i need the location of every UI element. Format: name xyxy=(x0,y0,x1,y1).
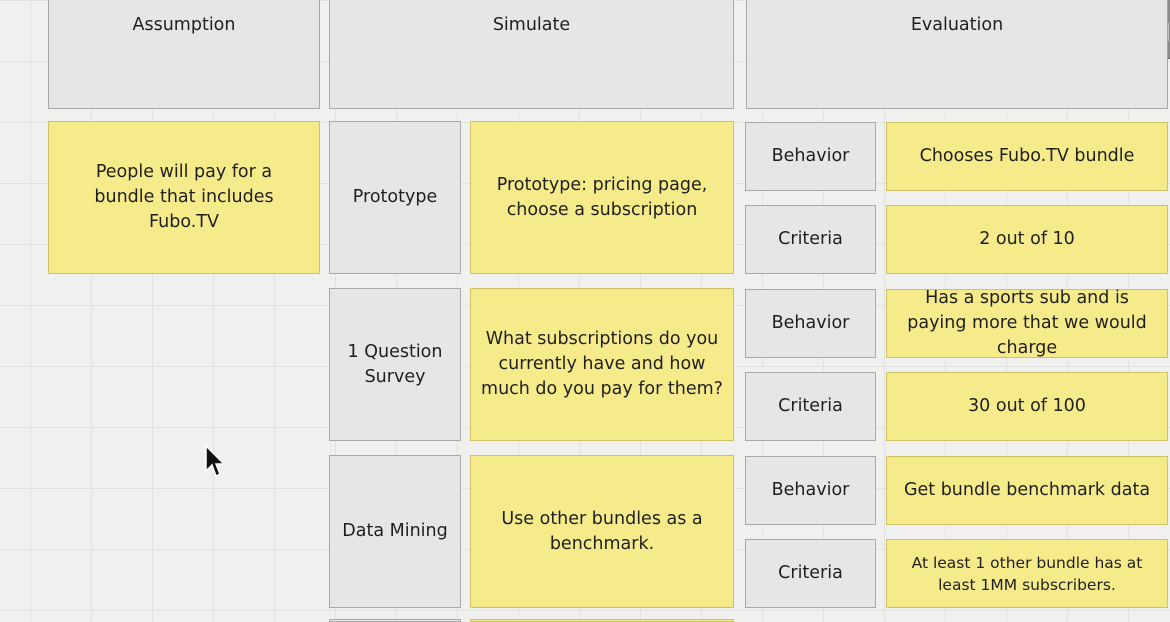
behavior-label[interactable]: Behavior xyxy=(745,289,876,358)
behavior-note[interactable]: Get bundle benchmark data xyxy=(886,456,1168,525)
behavior-label[interactable]: Behavior xyxy=(745,122,876,191)
criteria-label[interactable]: Criteria xyxy=(745,205,876,274)
criteria-note[interactable]: 2 out of 10 xyxy=(886,205,1168,274)
simulation-note[interactable]: Prototype: pricing page, choose a subscr… xyxy=(470,121,734,274)
criteria-note[interactable]: At least 1 other bundle has at least 1MM… xyxy=(886,539,1168,608)
behavior-note[interactable]: Has a sports sub and is paying more that… xyxy=(886,288,1168,358)
header-simulate[interactable]: Simulate xyxy=(329,0,734,109)
header-assumption[interactable]: Assumption xyxy=(48,0,320,109)
assumption-note[interactable]: People will pay for a bundle that includ… xyxy=(48,121,320,274)
method-note[interactable]: Data Mining xyxy=(329,455,461,608)
method-note[interactable]: 1 Question Survey xyxy=(329,288,461,441)
header-evaluation[interactable]: Evaluation xyxy=(746,0,1168,109)
behavior-note[interactable]: Chooses Fubo.TV bundle xyxy=(886,122,1168,191)
mouse-pointer-icon xyxy=(205,445,226,478)
simulation-note[interactable]: Use other bundles as a benchmark. xyxy=(470,455,734,608)
simulation-note[interactable]: What subscriptions do you currently have… xyxy=(470,288,734,441)
criteria-label[interactable]: Criteria xyxy=(745,539,876,608)
behavior-label[interactable]: Behavior xyxy=(745,456,876,525)
criteria-label[interactable]: Criteria xyxy=(745,372,876,441)
criteria-note[interactable]: 30 out of 100 xyxy=(886,372,1168,441)
method-note[interactable]: Prototype xyxy=(329,121,461,274)
